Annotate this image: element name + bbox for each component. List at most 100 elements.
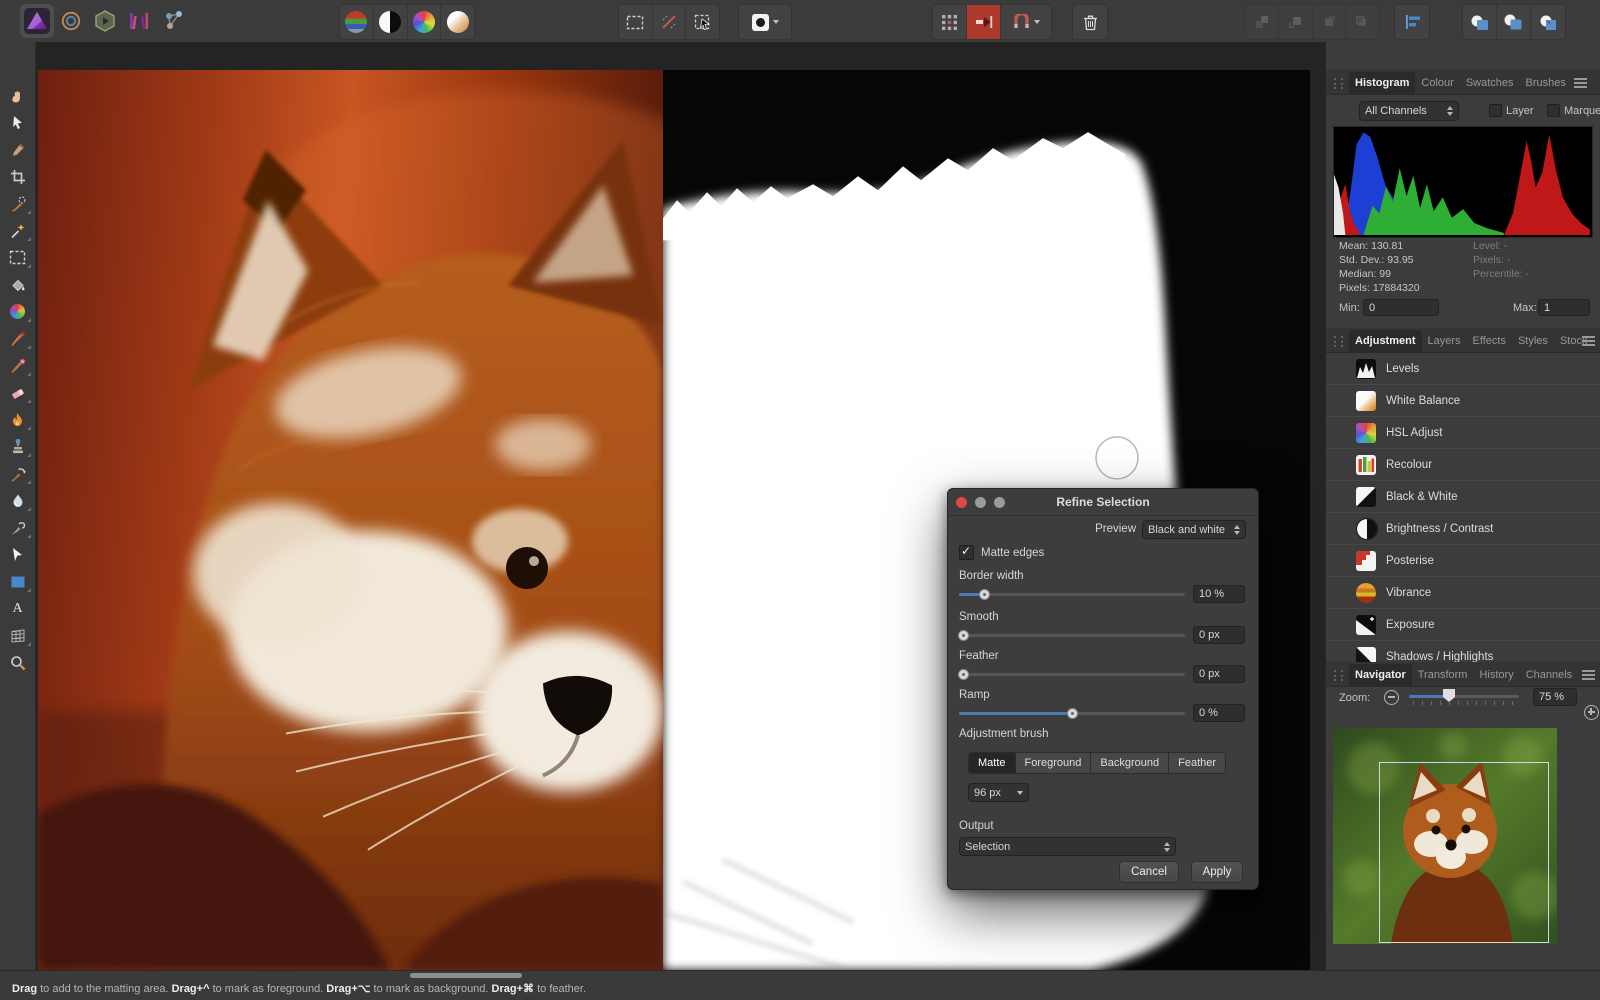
tab-adjustment[interactable]: Adjustment bbox=[1349, 330, 1422, 352]
adjustment-item-hsl[interactable]: HSL Adjust bbox=[1326, 417, 1600, 449]
develop-module-icon[interactable] bbox=[92, 4, 118, 38]
move-forward-button[interactable] bbox=[1279, 5, 1312, 39]
brush-mode-matte[interactable]: Matte bbox=[969, 753, 1016, 773]
mesh-warp-tool[interactable] bbox=[3, 622, 33, 649]
view-tool[interactable] bbox=[3, 82, 33, 109]
smooth-slider[interactable] bbox=[959, 634, 1185, 637]
brush-mode-foreground[interactable]: Foreground bbox=[1016, 753, 1092, 773]
erase-brush-tool[interactable] bbox=[3, 379, 33, 406]
panel-menu-icon[interactable] bbox=[1582, 670, 1595, 672]
move-to-front-button[interactable] bbox=[1246, 5, 1279, 39]
text-tool[interactable]: A bbox=[3, 595, 33, 622]
adjustment-item-recolour[interactable]: Recolour bbox=[1326, 449, 1600, 481]
marquee-mode-button[interactable] bbox=[619, 5, 653, 39]
tab-layers[interactable]: Layers bbox=[1422, 330, 1467, 352]
adjustment-item-exposure[interactable]: Exposure bbox=[1326, 609, 1600, 641]
node-tool[interactable] bbox=[3, 541, 33, 568]
tab-histogram[interactable]: Histogram bbox=[1349, 72, 1415, 94]
smooth-handle[interactable] bbox=[958, 630, 969, 641]
marquee-select-tool[interactable] bbox=[3, 244, 33, 271]
boolean-add-button[interactable] bbox=[1463, 5, 1497, 39]
tab-effects[interactable]: Effects bbox=[1467, 330, 1512, 352]
affinity-photo-logo-button[interactable] bbox=[20, 4, 54, 38]
layer-checkbox-box[interactable] bbox=[1489, 104, 1502, 117]
channels-select[interactable]: All Channels bbox=[1359, 101, 1459, 121]
cancel-button[interactable]: Cancel bbox=[1119, 861, 1179, 883]
feather-handle[interactable] bbox=[958, 669, 969, 680]
border-width-slider[interactable] bbox=[959, 593, 1185, 596]
matte-edges-checkbox[interactable]: ✓ Matte edges bbox=[959, 545, 1044, 560]
gradient-tool[interactable] bbox=[3, 298, 33, 325]
clone-stamp-tool[interactable] bbox=[3, 433, 33, 460]
marquee-checkbox[interactable]: Marquee bbox=[1547, 104, 1600, 117]
tab-swatches[interactable]: Swatches bbox=[1460, 72, 1520, 94]
flood-fill-tool[interactable] bbox=[3, 271, 33, 298]
tone-mapping-icon[interactable] bbox=[126, 4, 152, 38]
paint-brush-tool[interactable] bbox=[3, 325, 33, 352]
dialog-titlebar[interactable]: Refine Selection bbox=[948, 489, 1258, 516]
brush-mode-feather[interactable]: Feather bbox=[1169, 753, 1225, 773]
panel-menu-icon[interactable] bbox=[1574, 78, 1587, 80]
ramp-value[interactable] bbox=[1193, 704, 1245, 722]
panel-drag-handle-icon[interactable] bbox=[1334, 78, 1343, 89]
export-persona-button[interactable] bbox=[441, 5, 474, 39]
liquify-persona-button[interactable] bbox=[374, 5, 408, 39]
border-width-value[interactable] bbox=[1193, 585, 1245, 603]
output-select[interactable]: Selection bbox=[959, 837, 1176, 856]
colour-replacement-brush-tool[interactable] bbox=[3, 352, 33, 379]
apply-button[interactable]: Apply bbox=[1191, 861, 1243, 883]
smooth-value[interactable] bbox=[1193, 626, 1245, 644]
brush-size-select[interactable]: 96 px bbox=[968, 783, 1029, 802]
zoom-tool[interactable] bbox=[3, 649, 33, 676]
preview-select[interactable]: Black and white bbox=[1142, 520, 1246, 539]
zoom-in-button[interactable] bbox=[1584, 705, 1599, 720]
border-width-handle[interactable] bbox=[979, 589, 990, 600]
zoom-out-button[interactable] bbox=[1384, 690, 1399, 705]
flood-select-tool[interactable] bbox=[3, 217, 33, 244]
feather-slider[interactable] bbox=[959, 673, 1185, 676]
zoom-slider[interactable] bbox=[1409, 688, 1519, 708]
blur-brush-tool[interactable] bbox=[3, 487, 33, 514]
photo-persona-button[interactable] bbox=[340, 5, 374, 39]
adjustment-item-black-white[interactable]: Black & White bbox=[1326, 481, 1600, 513]
adjustment-item-posterise[interactable]: Posterise bbox=[1326, 545, 1600, 577]
matte-edges-checkbox-box[interactable]: ✓ bbox=[959, 545, 974, 560]
horizontal-scrollbar[interactable] bbox=[410, 973, 522, 978]
feather-value[interactable] bbox=[1193, 665, 1245, 683]
selection-arrow-mode-button[interactable] bbox=[686, 5, 719, 39]
tab-styles[interactable]: Styles bbox=[1512, 330, 1554, 352]
tab-stock[interactable]: Stock bbox=[1554, 330, 1594, 352]
navigator-viewport-rect[interactable] bbox=[1379, 762, 1549, 943]
boolean-intersect-button[interactable] bbox=[1531, 5, 1564, 39]
trash-button[interactable] bbox=[1072, 4, 1108, 40]
panel-drag-handle-icon[interactable] bbox=[1334, 336, 1343, 347]
selection-brush-tool[interactable] bbox=[3, 190, 33, 217]
liquify-persona-icon[interactable] bbox=[58, 4, 84, 38]
tab-channels[interactable]: Channels bbox=[1520, 664, 1578, 686]
panel-menu-icon[interactable] bbox=[1582, 336, 1595, 338]
lasso-mode-button[interactable] bbox=[653, 5, 687, 39]
tab-colour[interactable]: Colour bbox=[1415, 72, 1459, 94]
move-to-back-button[interactable] bbox=[1346, 5, 1378, 39]
marquee-checkbox-box[interactable] bbox=[1547, 104, 1560, 117]
undo-brush-tool[interactable] bbox=[3, 460, 33, 487]
brush-mode-background[interactable]: Background bbox=[1091, 753, 1169, 773]
move-tool[interactable] bbox=[3, 109, 33, 136]
move-backward-button[interactable] bbox=[1313, 5, 1346, 39]
assistant-button[interactable] bbox=[739, 5, 791, 39]
tab-transform[interactable]: Transform bbox=[1412, 664, 1474, 686]
adjustment-item-brightness-contrast[interactable]: Brightness / Contrast bbox=[1326, 513, 1600, 545]
adjustment-item-white-balance[interactable]: White Balance bbox=[1326, 385, 1600, 417]
alignment-button[interactable] bbox=[1394, 4, 1430, 40]
rectangle-tool[interactable] bbox=[3, 568, 33, 595]
zoom-value-input[interactable] bbox=[1533, 688, 1577, 706]
burn-brush-tool[interactable] bbox=[3, 406, 33, 433]
tab-navigator[interactable]: Navigator bbox=[1349, 664, 1412, 686]
adjustment-item-vibrance[interactable]: Vibrance bbox=[1326, 577, 1600, 609]
share-nodes-icon[interactable] bbox=[160, 4, 188, 38]
snapping-magnet-button[interactable] bbox=[1001, 5, 1051, 39]
navigator-thumbnail[interactable] bbox=[1333, 728, 1557, 944]
colour-picker-tool[interactable] bbox=[3, 136, 33, 163]
ramp-handle[interactable] bbox=[1067, 708, 1078, 719]
min-input[interactable] bbox=[1363, 299, 1439, 316]
